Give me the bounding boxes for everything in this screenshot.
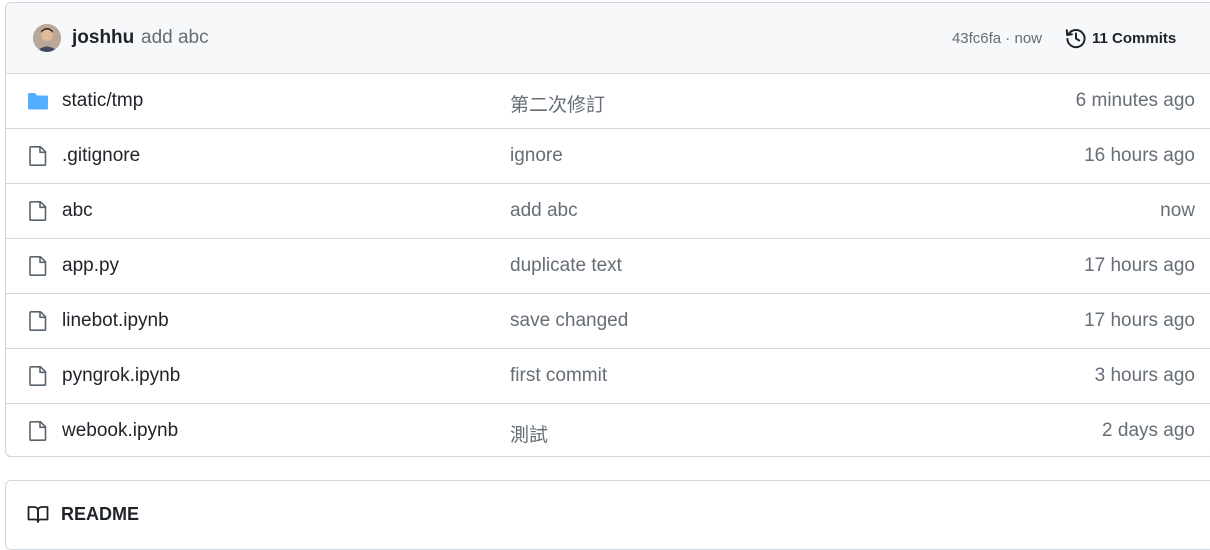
commit-message[interactable]: add abc: [141, 27, 209, 49]
file-commit-message[interactable]: ignore: [510, 145, 563, 167]
file-row-webook-ipynb[interactable]: webook.ipynb 測試 2 days ago: [6, 404, 1210, 456]
file-browser: joshhu add abc 43fc6fa · now 11 Commits …: [5, 2, 1210, 457]
file-commit-message[interactable]: duplicate text: [510, 255, 622, 277]
file-icon: [29, 201, 47, 221]
file-row-app-py[interactable]: app.py duplicate text 17 hours ago: [6, 239, 1210, 294]
file-row-linebot-ipynb[interactable]: linebot.ipynb save changed 17 hours ago: [6, 294, 1210, 349]
commit-author[interactable]: joshhu: [72, 27, 134, 49]
file-row-abc[interactable]: abc add abc now: [6, 184, 1210, 239]
file-name[interactable]: linebot.ipynb: [62, 310, 169, 332]
file-commit-time: 2 days ago: [1102, 420, 1195, 441]
book-icon: [27, 506, 49, 523]
file-row-pyngrok-ipynb[interactable]: pyngrok.ipynb first commit 3 hours ago: [6, 349, 1210, 404]
file-commit-time: 16 hours ago: [1084, 145, 1195, 166]
file-icon: [29, 311, 47, 331]
readme-title[interactable]: README: [61, 504, 139, 525]
avatar-image: [33, 24, 61, 52]
file-commit-time: 3 hours ago: [1094, 365, 1195, 386]
file-name[interactable]: webook.ipynb: [62, 420, 178, 442]
commits-link[interactable]: 11 Commits: [1064, 26, 1176, 50]
file-name[interactable]: abc: [62, 200, 93, 222]
file-commit-message[interactable]: add abc: [510, 200, 578, 222]
file-icon: [29, 146, 47, 166]
commits-count: 11 Commits: [1092, 29, 1177, 47]
folder-icon: [28, 93, 48, 110]
file-commit-time: 17 hours ago: [1084, 310, 1195, 331]
commit-hash-time[interactable]: 43fc6fa · now: [952, 30, 1042, 47]
file-row-static-tmp[interactable]: static/tmp 第二次修訂 6 minutes ago: [6, 74, 1210, 129]
author-avatar[interactable]: [33, 24, 61, 52]
file-name[interactable]: .gitignore: [62, 145, 140, 167]
file-commit-message[interactable]: 第二次修訂: [510, 90, 605, 117]
file-commit-message[interactable]: first commit: [510, 365, 607, 387]
file-name[interactable]: app.py: [62, 255, 119, 277]
file-icon: [29, 366, 47, 386]
readme-panel: README: [5, 480, 1210, 550]
file-commit-time: now: [1160, 200, 1195, 221]
history-icon: [1065, 29, 1086, 49]
latest-commit-bar: joshhu add abc 43fc6fa · now 11 Commits: [6, 3, 1210, 74]
file-commit-time: 17 hours ago: [1084, 255, 1195, 276]
file-name[interactable]: static/tmp: [62, 90, 143, 112]
file-commit-message[interactable]: save changed: [510, 310, 628, 332]
file-commit-message[interactable]: 測試: [510, 420, 548, 447]
file-icon: [29, 256, 47, 276]
file-name[interactable]: pyngrok.ipynb: [62, 365, 180, 387]
file-icon: [29, 421, 47, 441]
file-row-gitignore[interactable]: .gitignore ignore 16 hours ago: [6, 129, 1210, 184]
file-commit-time: 6 minutes ago: [1075, 90, 1195, 111]
